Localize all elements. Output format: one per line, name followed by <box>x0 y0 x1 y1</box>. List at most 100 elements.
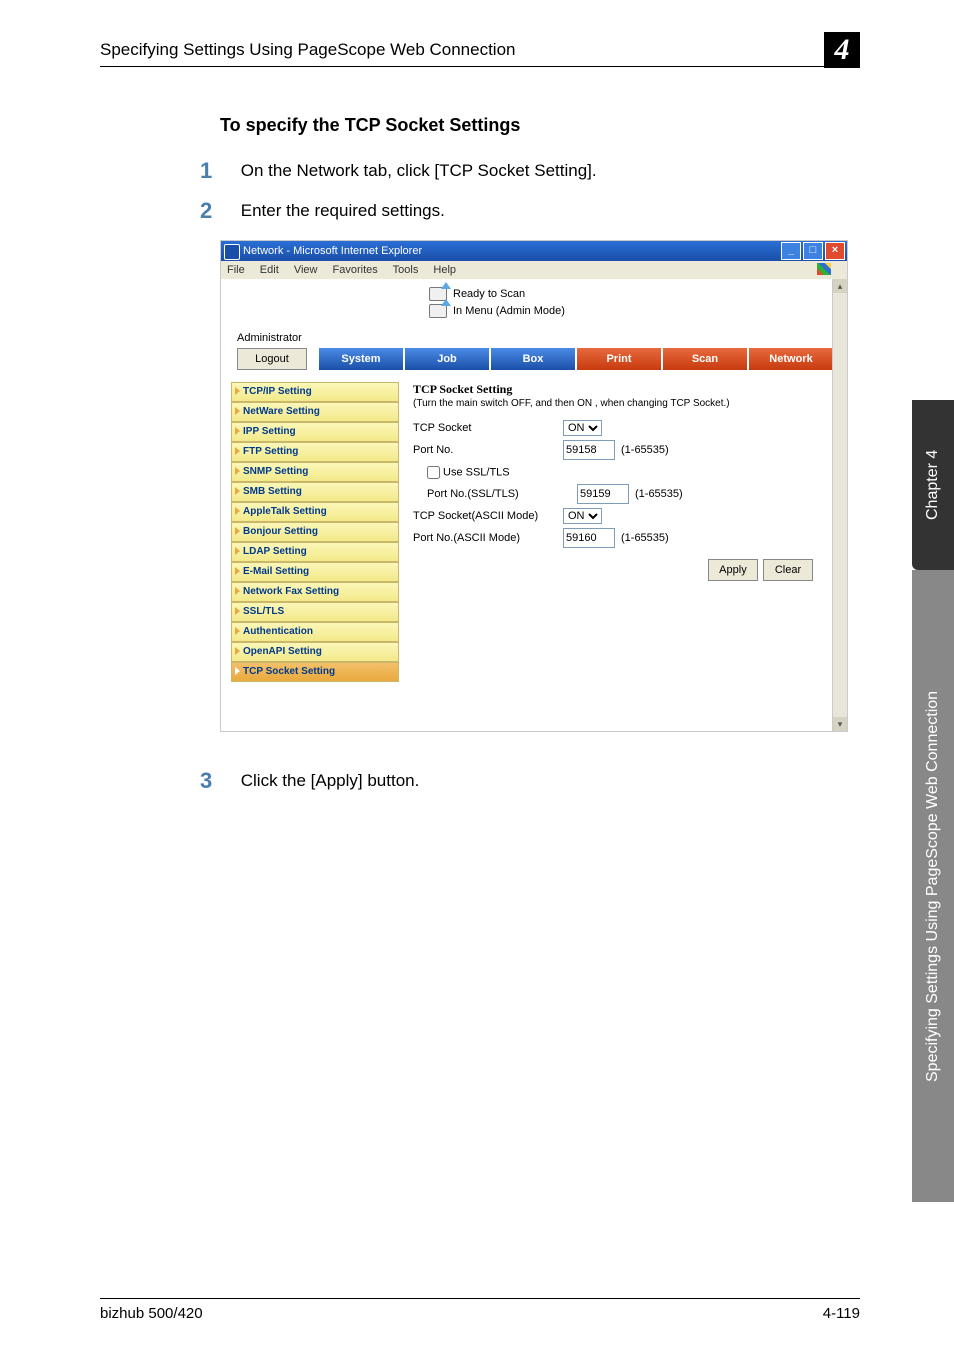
maximize-button[interactable]: □ <box>803 242 823 260</box>
close-button[interactable]: × <box>825 242 845 260</box>
windows-flag-icon <box>817 263 831 275</box>
menu-file[interactable]: File <box>227 264 245 276</box>
side-tab: Chapter 4 Specifying Settings Using Page… <box>912 400 954 1202</box>
sidebar-item-label: Bonjour Setting <box>243 526 318 537</box>
sidebar-item[interactable]: NetWare Setting <box>231 402 399 422</box>
footer-model: bizhub 500/420 <box>100 1305 203 1322</box>
menu-edit[interactable]: Edit <box>260 264 279 276</box>
triangle-icon <box>235 487 240 495</box>
sidebar-item-label: FTP Setting <box>243 446 298 457</box>
clear-button[interactable]: Clear <box>763 559 813 581</box>
section-title: To specify the TCP Socket Settings <box>220 115 884 136</box>
sidebar-item[interactable]: SMB Setting <box>231 482 399 502</box>
use-ssl-label: Use SSL/TLS <box>443 466 510 478</box>
minimize-button[interactable]: _ <box>781 242 801 260</box>
sidebar-item-label: Authentication <box>243 626 313 637</box>
step-text: Click the [Apply] button. <box>241 771 420 791</box>
ssl-port-label: Port No.(SSL/TLS) <box>413 488 577 500</box>
browser-window: Network - Microsoft Internet Explorer _ … <box>220 240 848 732</box>
scroll-down-icon[interactable]: ▾ <box>833 717 847 731</box>
step-text: Enter the required settings. <box>241 201 445 221</box>
sidebar-item[interactable]: OpenAPI Setting <box>231 642 399 662</box>
form-title: TCP Socket Setting <box>413 382 813 397</box>
scroll-up-icon[interactable]: ▴ <box>833 279 847 293</box>
tab-job[interactable]: Job <box>405 348 489 370</box>
form-note: (Turn the main switch OFF, and then ON ,… <box>413 398 813 409</box>
triangle-icon <box>235 607 240 615</box>
sidebar-item[interactable]: Network Fax Setting <box>231 582 399 602</box>
logout-button[interactable]: Logout <box>237 348 307 370</box>
tab-box[interactable]: Box <box>491 348 575 370</box>
sidebar-item-label: SSL/TLS <box>243 606 284 617</box>
ascii-port-input[interactable] <box>563 528 615 548</box>
ascii-label: TCP Socket(ASCII Mode) <box>413 510 563 522</box>
triangle-icon <box>235 547 240 555</box>
role-label: Administrator <box>237 332 847 344</box>
printer-icon <box>429 304 447 318</box>
port-input[interactable] <box>563 440 615 460</box>
tab-scan[interactable]: Scan <box>663 348 747 370</box>
sidebar-item-label: IPP Setting <box>243 426 296 437</box>
menu-favorites[interactable]: Favorites <box>333 264 378 276</box>
step-number: 2 <box>200 198 230 224</box>
menu-tools[interactable]: Tools <box>393 264 419 276</box>
step-2: 2 Enter the required settings. <box>200 198 884 224</box>
sidebar-item[interactable]: TCP Socket Setting <box>231 662 399 682</box>
triangle-icon <box>235 427 240 435</box>
sidebar-item[interactable]: Bonjour Setting <box>231 522 399 542</box>
settings-sidebar: TCP/IP Setting NetWare Setting IPP Setting… <box>231 382 399 682</box>
tab-system[interactable]: System <box>319 348 403 370</box>
tcp-socket-select[interactable]: ON <box>563 420 602 436</box>
sidebar-item-label: Network Fax Setting <box>243 586 339 597</box>
tab-network[interactable]: Network <box>749 348 833 370</box>
ascii-port-range: (1-65535) <box>621 532 669 544</box>
triangle-icon <box>235 587 240 595</box>
sidebar-item[interactable]: E-Mail Setting <box>231 562 399 582</box>
ie-icon <box>224 244 240 260</box>
tab-print[interactable]: Print <box>577 348 661 370</box>
sidebar-item[interactable]: SSL/TLS <box>231 602 399 622</box>
window-title: Network - Microsoft Internet Explorer <box>243 245 422 257</box>
ssl-port-input[interactable] <box>577 484 629 504</box>
scrollbar[interactable]: ▴ ▾ <box>832 279 847 731</box>
side-tab-chapter: Chapter 4 <box>912 400 954 570</box>
menu-help[interactable]: Help <box>433 264 456 276</box>
triangle-icon <box>235 447 240 455</box>
triangle-icon <box>235 627 240 635</box>
apply-button[interactable]: Apply <box>708 559 758 581</box>
use-ssl-checkbox[interactable] <box>427 466 440 479</box>
sidebar-item[interactable]: AppleTalk Setting <box>231 502 399 522</box>
sidebar-item[interactable]: LDAP Setting <box>231 542 399 562</box>
ascii-port-label: Port No.(ASCII Mode) <box>413 532 563 544</box>
tab-row: Logout System Job Box Print Scan Network <box>237 348 847 370</box>
ssl-port-range: (1-65535) <box>635 488 683 500</box>
menu-view[interactable]: View <box>294 264 318 276</box>
sidebar-item-label: SMB Setting <box>243 486 302 497</box>
page-footer: bizhub 500/420 4-119 <box>100 1298 860 1322</box>
sidebar-item-label: TCP Socket Setting <box>243 666 335 677</box>
window-titlebar: Network - Microsoft Internet Explorer _ … <box>221 241 847 261</box>
tcp-socket-form: TCP Socket Setting (Turn the main switch… <box>413 382 813 682</box>
chapter-number: 4 <box>824 32 860 68</box>
sidebar-item-label: OpenAPI Setting <box>243 646 322 657</box>
sidebar-item[interactable]: SNMP Setting <box>231 462 399 482</box>
sidebar-item-label: E-Mail Setting <box>243 566 309 577</box>
sidebar-item-label: TCP/IP Setting <box>243 386 312 397</box>
sidebar-item[interactable]: IPP Setting <box>231 422 399 442</box>
ascii-select[interactable]: ON <box>563 508 602 524</box>
sidebar-item[interactable]: FTP Setting <box>231 442 399 462</box>
tcp-socket-label: TCP Socket <box>413 422 563 434</box>
triangle-icon <box>235 407 240 415</box>
triangle-icon <box>235 467 240 475</box>
triangle-icon <box>235 527 240 535</box>
footer-page: 4-119 <box>823 1305 860 1322</box>
triangle-icon <box>235 507 240 515</box>
triangle-icon <box>235 647 240 655</box>
status-mode: In Menu (Admin Mode) <box>453 305 565 317</box>
step-number: 3 <box>200 768 230 794</box>
browser-menubar: File Edit View Favorites Tools Help <box>221 261 847 280</box>
sidebar-item[interactable]: TCP/IP Setting <box>231 382 399 402</box>
sidebar-item[interactable]: Authentication <box>231 622 399 642</box>
step-3: 3 Click the [Apply] button. <box>200 768 884 794</box>
sidebar-item-label: SNMP Setting <box>243 466 308 477</box>
